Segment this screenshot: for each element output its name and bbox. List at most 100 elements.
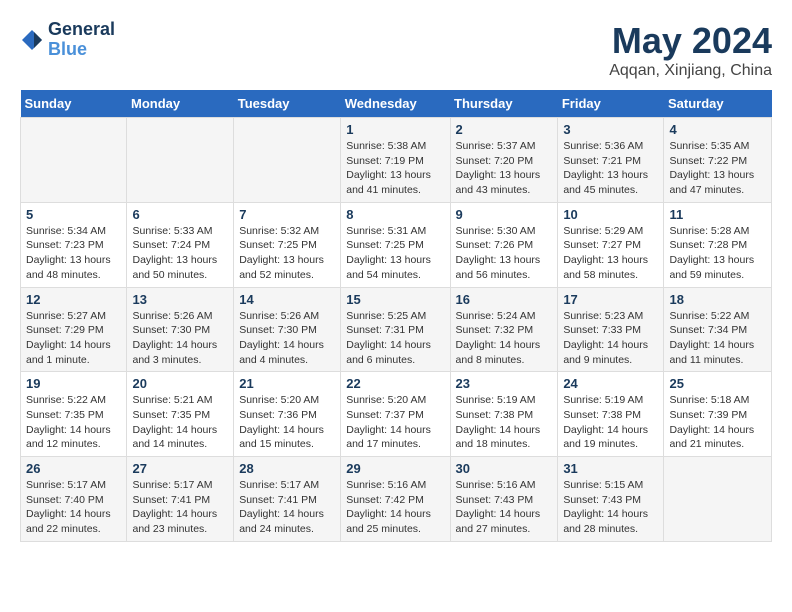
- day-number: 4: [669, 122, 766, 137]
- calendar-cell: [21, 118, 127, 203]
- day-number: 3: [563, 122, 658, 137]
- calendar-cell: 19 Sunrise: 5:22 AMSunset: 7:35 PMDayligh…: [21, 372, 127, 457]
- cell-content: Sunrise: 5:32 AMSunset: 7:25 PMDaylight:…: [239, 224, 335, 283]
- calendar-cell: 28 Sunrise: 5:17 AMSunset: 7:41 PMDayligh…: [234, 457, 341, 542]
- cell-content: Sunrise: 5:25 AMSunset: 7:31 PMDaylight:…: [346, 309, 444, 368]
- calendar-cell: 26 Sunrise: 5:17 AMSunset: 7:40 PMDayligh…: [21, 457, 127, 542]
- logo-line2: Blue: [48, 40, 115, 60]
- day-number: 19: [26, 376, 121, 391]
- calendar-cell: 15 Sunrise: 5:25 AMSunset: 7:31 PMDayligh…: [341, 287, 450, 372]
- logo-line1: General: [48, 20, 115, 40]
- day-number: 26: [26, 461, 121, 476]
- day-number: 1: [346, 122, 444, 137]
- logo-icon: [20, 28, 44, 52]
- cell-content: Sunrise: 5:36 AMSunset: 7:21 PMDaylight:…: [563, 139, 658, 198]
- cell-content: Sunrise: 5:38 AMSunset: 7:19 PMDaylight:…: [346, 139, 444, 198]
- cell-content: Sunrise: 5:17 AMSunset: 7:41 PMDaylight:…: [132, 478, 228, 537]
- weekday-header: Monday: [127, 90, 234, 118]
- day-number: 17: [563, 292, 658, 307]
- cell-content: Sunrise: 5:17 AMSunset: 7:40 PMDaylight:…: [26, 478, 121, 537]
- cell-content: Sunrise: 5:35 AMSunset: 7:22 PMDaylight:…: [669, 139, 766, 198]
- calendar-cell: 29Sunrise: 5:16 AMSunset: 7:42 PMDayligh…: [341, 457, 450, 542]
- cell-content: Sunrise: 5:24 AMSunset: 7:32 PMDaylight:…: [456, 309, 553, 368]
- cell-content: Sunrise: 5:21 AMSunset: 7:35 PMDaylight:…: [132, 393, 228, 452]
- calendar-week-row: 26 Sunrise: 5:17 AMSunset: 7:40 PMDayligh…: [21, 457, 772, 542]
- cell-content: Sunrise: 5:18 AMSunset: 7:39 PMDaylight:…: [669, 393, 766, 452]
- day-number: 5: [26, 207, 121, 222]
- day-number: 22: [346, 376, 444, 391]
- day-number: 18: [669, 292, 766, 307]
- calendar-cell: 18 Sunrise: 5:22 AMSunset: 7:34 PMDayligh…: [664, 287, 772, 372]
- weekday-header: Saturday: [664, 90, 772, 118]
- calendar-cell: [664, 457, 772, 542]
- calendar-cell: 10 Sunrise: 5:29 AMSunset: 7:27 PMDayligh…: [558, 202, 664, 287]
- day-number: 10: [563, 207, 658, 222]
- month-title: May 2024: [609, 20, 772, 62]
- calendar-cell: 24 Sunrise: 5:19 AMSunset: 7:38 PMDayligh…: [558, 372, 664, 457]
- calendar-cell: 31 Sunrise: 5:15 AMSunset: 7:43 PMDayligh…: [558, 457, 664, 542]
- calendar-cell: 14 Sunrise: 5:26 AMSunset: 7:30 PMDayligh…: [234, 287, 341, 372]
- cell-content: Sunrise: 5:28 AMSunset: 7:28 PMDaylight:…: [669, 224, 766, 283]
- calendar-cell: 5 Sunrise: 5:34 AMSunset: 7:23 PMDaylight…: [21, 202, 127, 287]
- day-number: 8: [346, 207, 444, 222]
- weekday-header: Friday: [558, 90, 664, 118]
- logo: General Blue: [20, 20, 115, 60]
- day-number: 21: [239, 376, 335, 391]
- cell-content: Sunrise: 5:29 AMSunset: 7:27 PMDaylight:…: [563, 224, 658, 283]
- calendar-cell: 4 Sunrise: 5:35 AMSunset: 7:22 PMDaylight…: [664, 118, 772, 203]
- weekday-header: Thursday: [450, 90, 558, 118]
- day-number: 20: [132, 376, 228, 391]
- cell-content: Sunrise: 5:20 AMSunset: 7:37 PMDaylight:…: [346, 393, 444, 452]
- calendar-week-row: 12Sunrise: 5:27 AMSunset: 7:29 PMDayligh…: [21, 287, 772, 372]
- weekday-header: Tuesday: [234, 90, 341, 118]
- cell-content: Sunrise: 5:23 AMSunset: 7:33 PMDaylight:…: [563, 309, 658, 368]
- day-number: 13: [132, 292, 228, 307]
- day-number: 25: [669, 376, 766, 391]
- calendar-cell: 12Sunrise: 5:27 AMSunset: 7:29 PMDayligh…: [21, 287, 127, 372]
- calendar-cell: 3 Sunrise: 5:36 AMSunset: 7:21 PMDaylight…: [558, 118, 664, 203]
- weekday-header: Wednesday: [341, 90, 450, 118]
- day-number: 2: [456, 122, 553, 137]
- calendar-cell: 2 Sunrise: 5:37 AMSunset: 7:20 PMDaylight…: [450, 118, 558, 203]
- cell-content: Sunrise: 5:20 AMSunset: 7:36 PMDaylight:…: [239, 393, 335, 452]
- calendar-cell: 16 Sunrise: 5:24 AMSunset: 7:32 PMDayligh…: [450, 287, 558, 372]
- day-number: 6: [132, 207, 228, 222]
- calendar-cell: 7 Sunrise: 5:32 AMSunset: 7:25 PMDaylight…: [234, 202, 341, 287]
- calendar-cell: 9 Sunrise: 5:30 AMSunset: 7:26 PMDaylight…: [450, 202, 558, 287]
- calendar-cell: 27 Sunrise: 5:17 AMSunset: 7:41 PMDayligh…: [127, 457, 234, 542]
- day-number: 24: [563, 376, 658, 391]
- cell-content: Sunrise: 5:30 AMSunset: 7:26 PMDaylight:…: [456, 224, 553, 283]
- cell-content: Sunrise: 5:19 AMSunset: 7:38 PMDaylight:…: [456, 393, 553, 452]
- calendar-cell: 25 Sunrise: 5:18 AMSunset: 7:39 PMDayligh…: [664, 372, 772, 457]
- calendar-cell: 21 Sunrise: 5:20 AMSunset: 7:36 PMDayligh…: [234, 372, 341, 457]
- location-title: Aqqan, Xinjiang, China: [609, 62, 772, 80]
- cell-content: Sunrise: 5:19 AMSunset: 7:38 PMDaylight:…: [563, 393, 658, 452]
- calendar-cell: 17 Sunrise: 5:23 AMSunset: 7:33 PMDayligh…: [558, 287, 664, 372]
- day-number: 15: [346, 292, 444, 307]
- day-number: 27: [132, 461, 228, 476]
- cell-content: Sunrise: 5:16 AMSunset: 7:42 PMDaylight:…: [346, 478, 444, 537]
- day-number: 31: [563, 461, 658, 476]
- day-number: 11: [669, 207, 766, 222]
- cell-content: Sunrise: 5:22 AMSunset: 7:34 PMDaylight:…: [669, 309, 766, 368]
- day-number: 16: [456, 292, 553, 307]
- calendar-cell: 13 Sunrise: 5:26 AMSunset: 7:30 PMDayligh…: [127, 287, 234, 372]
- weekday-header-row: SundayMondayTuesdayWednesdayThursdayFrid…: [21, 90, 772, 118]
- cell-content: Sunrise: 5:17 AMSunset: 7:41 PMDaylight:…: [239, 478, 335, 537]
- cell-content: Sunrise: 5:26 AMSunset: 7:30 PMDaylight:…: [239, 309, 335, 368]
- calendar-week-row: 19 Sunrise: 5:22 AMSunset: 7:35 PMDayligh…: [21, 372, 772, 457]
- calendar-cell: 6Sunrise: 5:33 AMSunset: 7:24 PMDaylight…: [127, 202, 234, 287]
- day-number: 9: [456, 207, 553, 222]
- calendar-cell: 22 Sunrise: 5:20 AMSunset: 7:37 PMDayligh…: [341, 372, 450, 457]
- cell-content: Sunrise: 5:15 AMSunset: 7:43 PMDaylight:…: [563, 478, 658, 537]
- cell-content: Sunrise: 5:16 AMSunset: 7:43 PMDaylight:…: [456, 478, 553, 537]
- cell-content: Sunrise: 5:26 AMSunset: 7:30 PMDaylight:…: [132, 309, 228, 368]
- calendar-cell: 1 Sunrise: 5:38 AMSunset: 7:19 PMDaylight…: [341, 118, 450, 203]
- day-number: 28: [239, 461, 335, 476]
- cell-content: Sunrise: 5:34 AMSunset: 7:23 PMDaylight:…: [26, 224, 121, 283]
- cell-content: Sunrise: 5:37 AMSunset: 7:20 PMDaylight:…: [456, 139, 553, 198]
- day-number: 14: [239, 292, 335, 307]
- cell-content: Sunrise: 5:22 AMSunset: 7:35 PMDaylight:…: [26, 393, 121, 452]
- calendar-cell: 8Sunrise: 5:31 AMSunset: 7:25 PMDaylight…: [341, 202, 450, 287]
- day-number: 7: [239, 207, 335, 222]
